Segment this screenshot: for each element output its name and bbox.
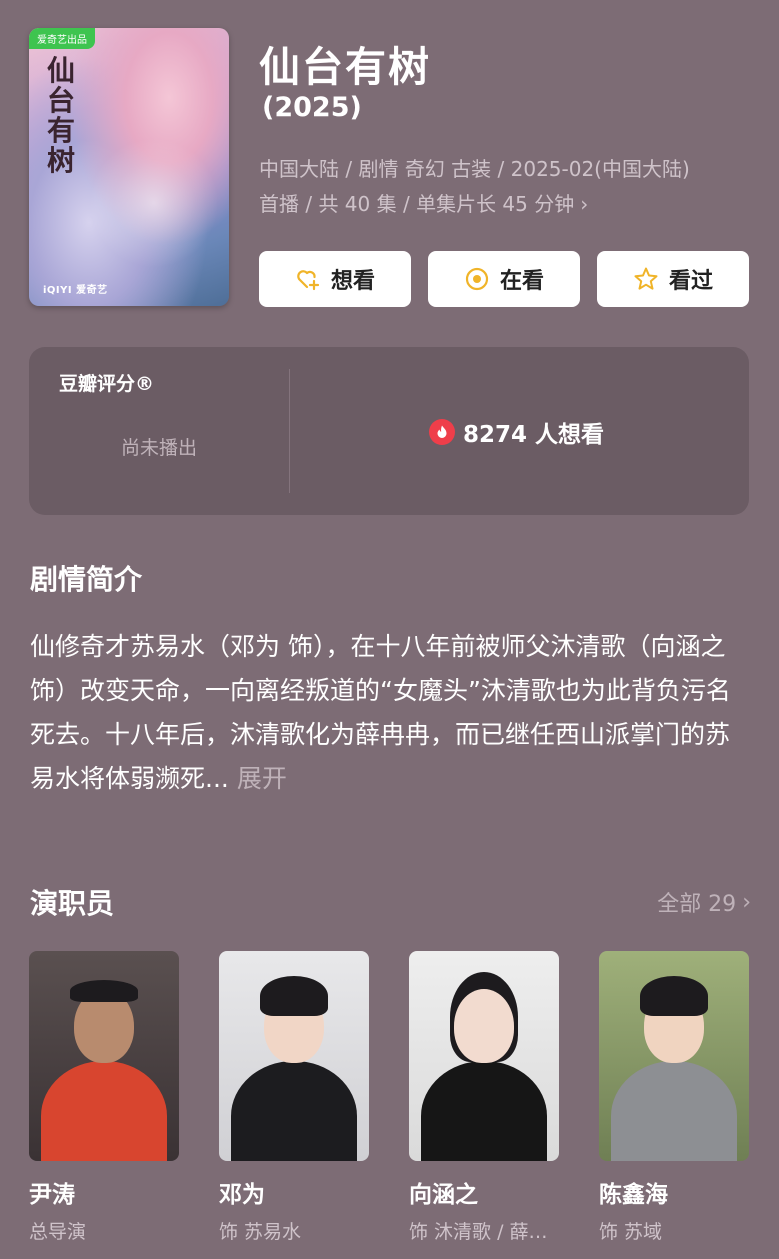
poster-artwork [89,138,219,268]
release-year: (2025) [262,92,362,123]
poster-image[interactable]: 爱奇艺出品 仙台有树 iQIYI 爱奇艺 [29,28,229,306]
heart-plus-icon [297,270,320,291]
rating-card[interactable]: 豆瓣评分® 尚未播出 8274 人想看 [29,347,749,515]
cast-photo [409,951,559,1161]
movie-meta[interactable]: 中国大陆 / 剧情 奇幻 古装 / 2025-02(中国大陆) 首播 / 共 4… [259,152,759,222]
synopsis-heading: 剧情简介 [30,563,143,596]
watching-button-label: 在看 [499,269,544,294]
cast-name: 陈鑫海 [599,1182,668,1208]
synopsis-body: 仙修奇才苏易水（邓为 饰），在十八年前被师父沐清歌（向涵之 饰）改变天命，一向离… [30,632,731,793]
cast-role: 饰 沐清歌 / 薛冉冉 [409,1221,559,1243]
want-count: 8274 人想看 [429,415,604,449]
cast-photo [599,951,749,1161]
cast-name: 邓为 [219,1182,265,1208]
cast-role: 总导演 [29,1221,87,1243]
cast-photo [29,951,179,1161]
cast-name: 尹涛 [29,1182,75,1208]
poster-badge: 爱奇艺出品 [29,28,95,49]
page-title: 仙台有树 [259,43,431,91]
star-icon [634,267,658,290]
divider [289,369,290,493]
chevron-right-icon: › [580,192,589,216]
want-count-text: 8274 人想看 [463,422,605,448]
want-button[interactable]: 想看 [259,251,411,307]
cast-role: 饰 苏易水 [219,1221,302,1243]
synopsis-text: 仙修奇才苏易水（邓为 饰），在十八年前被师父沐清歌（向涵之 饰）改变天命，一向离… [30,625,750,801]
chevron-right-icon: › [742,889,751,915]
cast-name: 向涵之 [409,1182,478,1208]
watched-button-label: 看过 [668,269,713,294]
meta-line-2: 首播 / 共 40 集 / 单集片长 45 分钟 › [259,187,759,222]
poster-logo: iQIYI 爱奇艺 [43,285,108,296]
cast-card[interactable]: 向涵之 饰 沐清歌 / 薛冉冉 [409,951,559,1244]
cast-card[interactable]: 尹涛 总导演 [29,951,179,1244]
action-buttons: 想看 在看 看过 [259,251,749,307]
rating-status: 尚未播出 [120,437,197,459]
want-button-label: 想看 [330,269,375,294]
fire-icon [429,419,455,445]
cast-all-label: 全部 29 [657,892,737,917]
cast-photo [219,951,369,1161]
cast-all-link[interactable]: 全部 29 › [657,886,751,918]
poster-calligraphy: 仙台有树 [46,54,75,177]
watched-button[interactable]: 看过 [597,251,749,307]
meta-line-1: 中国大陆 / 剧情 奇幻 古装 / 2025-02(中国大陆) [259,157,690,181]
expand-link[interactable]: 展开 [237,764,287,793]
target-icon [465,267,489,291]
rating-title: 豆瓣评分® [59,373,155,395]
cast-list: 尹涛 总导演 邓为 饰 苏易水 向涵之 饰 沐清歌 / 薛冉冉 陈鑫海 饰 苏域 [29,951,749,1244]
watching-button[interactable]: 在看 [428,251,580,307]
cast-card[interactable]: 陈鑫海 饰 苏域 [599,951,749,1244]
cast-heading: 演职员 [30,887,115,920]
cast-role: 饰 苏域 [599,1221,663,1243]
cast-card[interactable]: 邓为 饰 苏易水 [219,951,369,1244]
